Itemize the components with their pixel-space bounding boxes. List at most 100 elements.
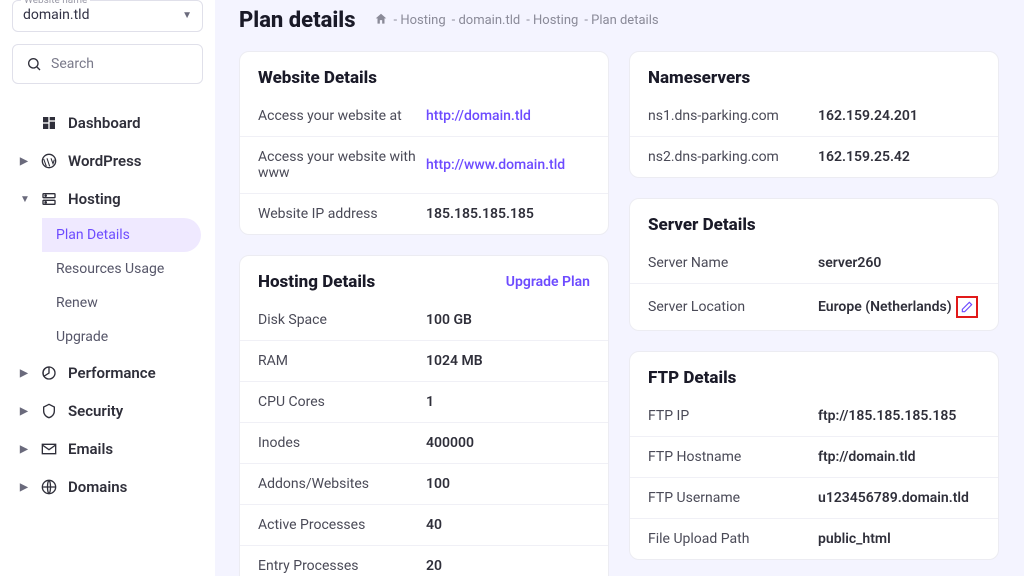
card-title: FTP Details (648, 368, 736, 388)
search-placeholder: Search (51, 56, 94, 72)
sidebar-item-security[interactable]: ▶ Security (8, 392, 207, 430)
row-value: 20 (426, 558, 442, 574)
row-label: Access your website at (258, 108, 426, 124)
card-body: Disk Space100 GBRAM1024 MBCPU Cores1Inod… (240, 300, 608, 576)
row-value: 1024 MB (426, 353, 483, 369)
sidebar-item-domains[interactable]: ▶ Domains (8, 468, 207, 506)
row-label: RAM (258, 353, 426, 369)
server-details-card: Server Details Server Nameserver260Serve… (629, 198, 999, 331)
row-value: 400000 (426, 435, 474, 451)
row-label: FTP Username (648, 490, 818, 506)
sidebar-item-upgrade[interactable]: Upgrade (42, 320, 207, 354)
globe-icon (40, 478, 58, 496)
nameservers-card: Nameservers ns1.dns-parking.com162.159.2… (629, 51, 999, 178)
sidebar-item-label: Security (68, 402, 123, 420)
table-row: Addons/Websites100 (240, 463, 608, 504)
sidebar-item-renew[interactable]: Renew (42, 286, 207, 320)
website-selector[interactable]: Website name domain.tld ▼ (12, 0, 203, 32)
row-value: ftp://185.185.185.185 (818, 408, 956, 424)
sidebar-item-label: Hosting (68, 190, 121, 208)
table-row: Active Processes40 (240, 504, 608, 545)
table-row: Server Nameserver260 (630, 243, 998, 283)
sidebar-item-wordpress[interactable]: ▶ WordPress (8, 142, 207, 180)
card-body: FTP IPftp://185.185.185.185FTP Hostnamef… (630, 396, 998, 559)
row-label: CPU Cores (258, 394, 426, 410)
sidebar-item-label: Performance (68, 364, 156, 382)
row-value: 185.185.185.185 (426, 206, 534, 222)
home-icon[interactable] (374, 12, 388, 30)
row-label: Active Processes (258, 517, 426, 533)
hosting-icon (40, 190, 58, 208)
wordpress-icon (40, 152, 58, 170)
card-body: ns1.dns-parking.com162.159.24.201ns2.dns… (630, 96, 998, 177)
card-body: Access your website athttp://domain.tldA… (240, 96, 608, 234)
row-label: File Upload Path (648, 531, 818, 547)
sidebar-item-label: Domains (68, 478, 127, 496)
row-label: Access your website with www (258, 149, 426, 181)
row-label: Entry Processes (258, 558, 426, 574)
table-row: Inodes400000 (240, 422, 608, 463)
row-value-link[interactable]: http://www.domain.tld (426, 157, 565, 173)
sidebar-item-hosting[interactable]: ▼ Hosting (8, 180, 207, 218)
card-title: Website Details (258, 68, 377, 88)
performance-icon (40, 364, 58, 382)
table-row: Website IP address185.185.185.185 (240, 193, 608, 234)
table-row: FTP Hostnameftp://domain.tld (630, 436, 998, 477)
table-row: CPU Cores1 (240, 381, 608, 422)
breadcrumb-item[interactable]: domain.tld (452, 13, 521, 28)
table-row: Access your website with wwwhttp://www.d… (240, 136, 608, 193)
sidebar-item-plan-details[interactable]: Plan Details (42, 218, 201, 252)
sidebar-item-label: Emails (68, 440, 113, 458)
breadcrumb-item[interactable]: Hosting (394, 13, 446, 28)
search-input[interactable]: Search (12, 44, 203, 84)
card-title: Server Details (648, 215, 756, 235)
shield-icon (40, 402, 58, 420)
table-row: Access your website athttp://domain.tld (240, 96, 608, 136)
table-row: Server LocationEurope (Netherlands) (630, 283, 998, 330)
row-value: 162.159.25.42 (818, 149, 910, 165)
sidebar-item-emails[interactable]: ▶ Emails (8, 430, 207, 468)
nav: ▶ Dashboard ▶ WordPress ▼ Hosting Plan D… (8, 104, 207, 506)
row-value: 162.159.24.201 (818, 108, 918, 124)
breadcrumb-item: Plan details (584, 13, 658, 28)
sidebar-item-resources-usage[interactable]: Resources Usage (42, 252, 207, 286)
breadcrumb-item[interactable]: Hosting (526, 13, 578, 28)
row-label: ns1.dns-parking.com (648, 108, 818, 124)
chevron-down-icon: ▼ (182, 10, 192, 21)
row-label: ns2.dns-parking.com (648, 149, 818, 165)
table-row: FTP Usernameu123456789.domain.tld (630, 477, 998, 518)
dashboard-icon (40, 114, 58, 132)
sidebar-item-dashboard[interactable]: ▶ Dashboard (8, 104, 207, 142)
website-selector-value: domain.tld (23, 7, 89, 23)
table-row: ns2.dns-parking.com162.159.25.42 (630, 136, 998, 177)
upgrade-plan-link[interactable]: Upgrade Plan (506, 274, 590, 290)
sidebar-item-performance[interactable]: ▶ Performance (8, 354, 207, 392)
row-value-link[interactable]: http://domain.tld (426, 108, 531, 124)
website-selector-label: Website name (21, 0, 90, 6)
ftp-details-card: FTP Details FTP IPftp://185.185.185.185F… (629, 351, 999, 560)
table-row: Entry Processes20 (240, 545, 608, 576)
page-title: Plan details (239, 8, 356, 33)
sidebar-item-label: Dashboard (68, 114, 141, 132)
table-row: FTP IPftp://185.185.185.185 (630, 396, 998, 436)
card-title: Hosting Details (258, 272, 375, 292)
card-title: Nameservers (648, 68, 750, 88)
hosting-subnav: Plan Details Resources Usage Renew Upgra… (8, 218, 207, 354)
row-label: FTP IP (648, 408, 818, 424)
edit-location-button[interactable] (956, 296, 978, 318)
row-value: 100 GB (426, 312, 472, 328)
row-value: public_html (818, 531, 891, 547)
row-value: u123456789.domain.tld (818, 490, 969, 506)
hosting-details-card: Hosting Details Upgrade Plan Disk Space1… (239, 255, 609, 576)
row-label: FTP Hostname (648, 449, 818, 465)
breadcrumb: Hosting domain.tld Hosting Plan details (374, 12, 659, 30)
row-value: server260 (818, 255, 881, 271)
card-body: Server Nameserver260Server LocationEurop… (630, 243, 998, 330)
row-label: Inodes (258, 435, 426, 451)
row-label: Server Location (648, 299, 818, 315)
table-row: RAM1024 MB (240, 340, 608, 381)
table-row: ns1.dns-parking.com162.159.24.201 (630, 96, 998, 136)
row-value: ftp://domain.tld (818, 449, 916, 465)
row-label: Server Name (648, 255, 818, 271)
row-value: 100 (426, 476, 450, 492)
